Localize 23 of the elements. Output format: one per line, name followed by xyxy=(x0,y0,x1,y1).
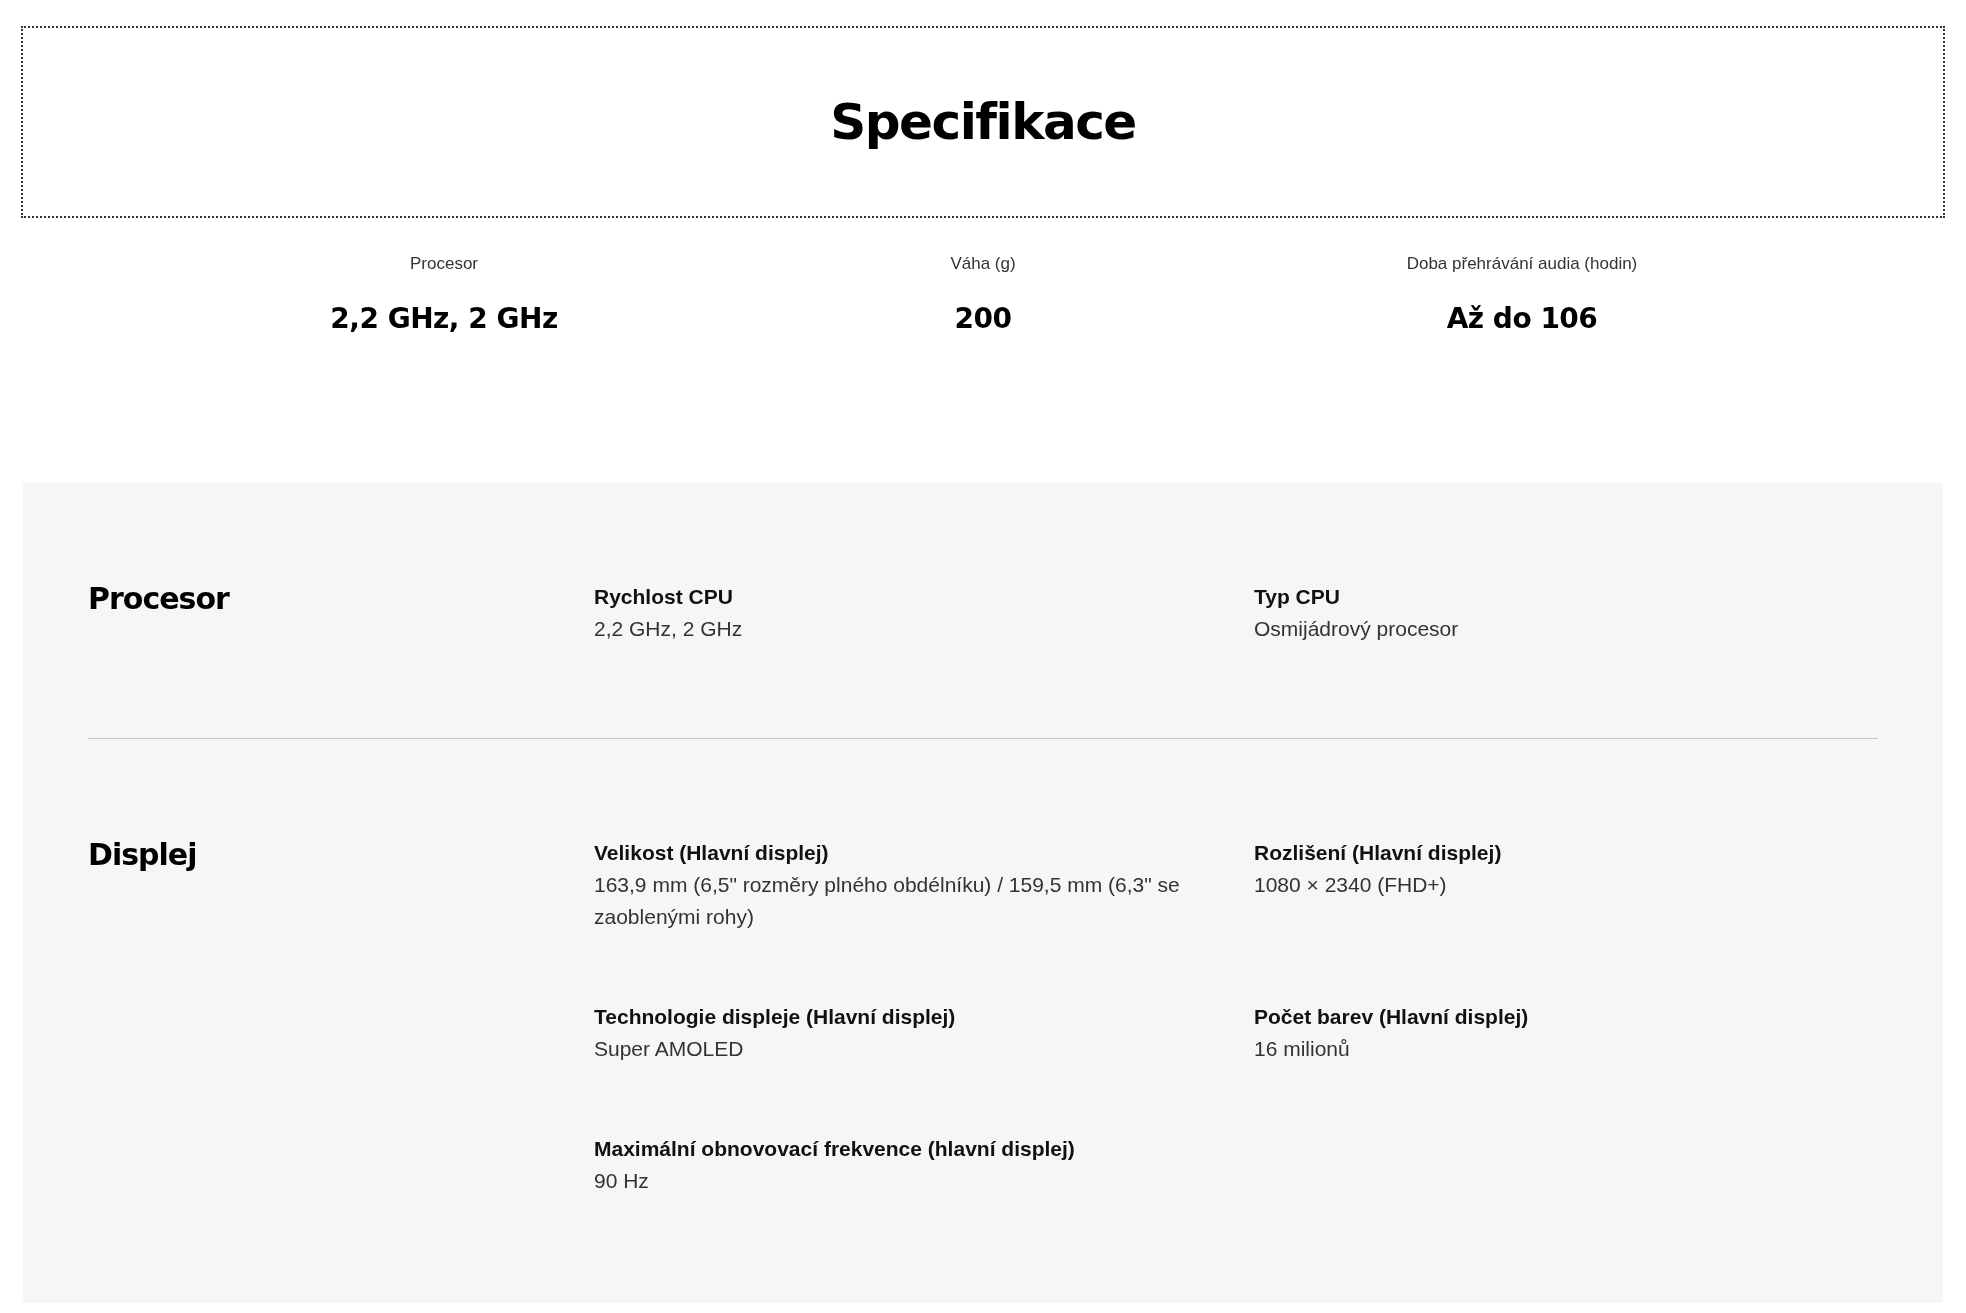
spec-label: Rychlost CPU xyxy=(594,584,734,610)
spec-label: Technologie displeje (Hlavní displej) xyxy=(594,1004,957,1030)
highlight-label: Váha (g) xyxy=(950,254,1016,274)
spec-value: 2,2 GHz, 2 GHz xyxy=(594,616,744,642)
highlight-label: Procesor xyxy=(410,254,478,274)
highlight-value: 2,2 GHz, 2 GHz xyxy=(330,302,558,335)
highlight-value: 200 xyxy=(954,302,1012,335)
highlight-label: Doba přehrávání audia (hodin) xyxy=(1406,254,1638,274)
spec-label: Počet barev (Hlavní displej) xyxy=(1254,1004,1530,1030)
spec-value: 1080 × 2340 (FHD+) xyxy=(1254,872,1448,898)
spec-label: Velikost (Hlavní displej) xyxy=(594,840,830,866)
spec-label: Rozlišení (Hlavní displej) xyxy=(1254,840,1503,866)
spec-value: Super AMOLED xyxy=(594,1036,745,1062)
section-title: Procesor xyxy=(88,581,231,618)
spec-label: Maximální obnovovací frekvence (hlavní displej) xyxy=(594,1136,1076,1162)
spec-value: Osmijádrový procesor xyxy=(1254,616,1460,642)
spec-label: Typ CPU xyxy=(1254,584,1341,610)
spec-value: 90 Hz xyxy=(594,1168,650,1194)
spec-value: 16 milionů xyxy=(1254,1036,1351,1062)
highlight-value: Až do 106 xyxy=(1446,302,1598,335)
spec-value: 163,9 mm (6,5" rozměry plného obdélníku) / 159,5 mm (6,3" se zaoblenými rohy) xyxy=(594,872,1181,930)
section-title: Displej xyxy=(88,837,198,874)
page-title: Specifikace xyxy=(830,93,1136,151)
